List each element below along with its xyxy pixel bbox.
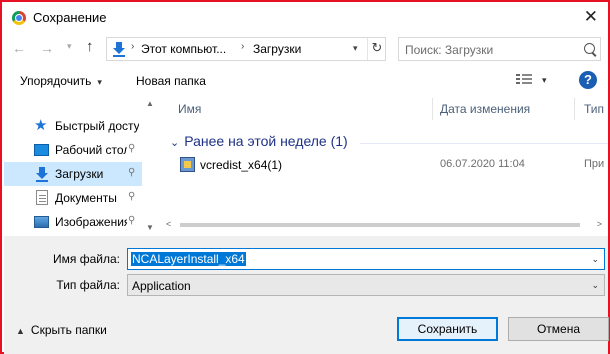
new-folder-button[interactable]: Новая папка [136, 74, 206, 88]
pin-icon: ⚲ [128, 215, 136, 226]
sidebar-scrollbar[interactable]: ▲ ▼ [144, 98, 156, 234]
sidebar-item-quick-access[interactable]: ★ Быстрый доступ [4, 114, 142, 138]
column-divider[interactable] [432, 98, 433, 120]
command-toolbar: Упорядочить ▾ Новая папка ▾ ? [4, 68, 608, 96]
desktop-icon [34, 144, 49, 156]
sidebar-item-documents[interactable]: Документы ⚲ [4, 186, 142, 210]
pictures-icon [34, 216, 49, 228]
chevron-down-icon[interactable]: ⌄ [591, 280, 599, 291]
hide-folders-label: Скрыть папки [30, 323, 107, 337]
file-type: При [584, 158, 605, 170]
search-placeholder: Поиск: Загрузки [405, 43, 494, 57]
breadcrumb-separator: › [131, 41, 135, 52]
breadcrumb-this-pc[interactable]: Этот компьют... [141, 42, 226, 56]
address-dropdown-icon[interactable]: ▾ [353, 43, 358, 54]
filename-value[interactable]: NCALayerInstall_x64 [130, 251, 247, 267]
filename-label: Имя файла: [53, 252, 120, 266]
recent-locations-dropdown[interactable]: ▾ [67, 41, 72, 52]
save-dialog: Сохранение ✕ ← → ▾ ↑ › Этот компьют... ›… [0, 0, 610, 354]
search-icon [584, 43, 595, 54]
sidebar-item-label: Быстрый доступ [55, 119, 139, 133]
chrome-icon [12, 11, 26, 25]
column-header-date[interactable]: Дата изменения [440, 102, 530, 116]
breadcrumb-downloads[interactable]: Загрузки [253, 42, 301, 56]
organize-button[interactable]: Упорядочить ▾ [20, 74, 102, 88]
star-icon: ★ [34, 117, 48, 134]
filetype-value: Application [132, 279, 191, 293]
scroll-down-icon[interactable]: ▼ [146, 223, 154, 232]
sidebar-item-label: Изображения [55, 215, 127, 229]
breadcrumb-separator: › [241, 41, 245, 52]
filetype-select[interactable]: Application ⌄ [127, 274, 605, 296]
title-bar: Сохранение ✕ [4, 4, 608, 32]
up-button[interactable]: ↑ [86, 38, 94, 55]
back-button[interactable]: ← [12, 40, 26, 56]
forward-button[interactable]: → [40, 40, 54, 56]
refresh-icon[interactable]: ↻ [367, 38, 386, 60]
group-header[interactable]: ⌄ Ранее на этой неделе (1) [170, 133, 348, 149]
chevron-down-icon[interactable]: ⌄ [591, 254, 599, 265]
sidebar-item-downloads[interactable]: Загрузки ⚲ [4, 162, 142, 186]
column-header-row: Имя Дата изменения Тип [160, 98, 608, 120]
download-icon [113, 42, 125, 57]
address-bar[interactable]: › Этот компьют... › Загрузки ▾ ↻ [106, 37, 386, 61]
column-header-name[interactable]: Имя [178, 102, 201, 116]
filetype-label: Тип файла: [56, 278, 120, 292]
chevron-down-icon: ▾ [97, 77, 102, 87]
horizontal-scrollbar[interactable]: < > [160, 218, 608, 232]
scroll-up-icon[interactable]: ▲ [146, 99, 154, 108]
table-row[interactable]: vcredist_x64(1) 06.07.2020 11:04 При [160, 154, 608, 176]
help-icon[interactable]: ? [579, 71, 597, 89]
group-label: Ранее на этой неделе (1) [184, 133, 348, 149]
sidebar-item-pictures[interactable]: Изображения ⚲ [4, 210, 142, 234]
dialog-title: Сохранение [33, 10, 107, 25]
scroll-left-icon[interactable]: < [166, 219, 171, 229]
file-list: Имя Дата изменения Тип ⌄ Ранее на этой не… [160, 98, 608, 234]
save-button[interactable]: Сохранить [397, 317, 498, 341]
pin-icon: ⚲ [128, 167, 136, 178]
group-divider [360, 143, 608, 144]
sidebar-item-label: Рабочий стол [55, 143, 127, 157]
file-date: 06.07.2020 11:04 [440, 158, 525, 170]
documents-icon [36, 190, 48, 205]
navigation-pane: ★ Быстрый доступ Рабочий стол ⚲ Загрузки… [4, 98, 156, 234]
chevron-down-icon: ⌄ [170, 137, 180, 149]
column-header-type[interactable]: Тип [584, 102, 604, 116]
sidebar-item-desktop[interactable]: Рабочий стол ⚲ [4, 138, 142, 162]
search-input[interactable]: Поиск: Загрузки [398, 37, 601, 61]
installer-file-icon [180, 157, 195, 172]
sidebar-item-label: Загрузки [55, 167, 104, 181]
navigation-bar: ← → ▾ ↑ › Этот компьют... › Загрузки ▾ ↻… [4, 36, 608, 64]
scrollbar-thumb[interactable] [180, 223, 580, 227]
scroll-right-icon[interactable]: > [597, 219, 602, 229]
view-dropdown-icon[interactable]: ▾ [542, 75, 547, 86]
filename-input[interactable]: NCALayerInstall_x64 ⌄ [127, 248, 605, 270]
view-options-icon[interactable] [516, 74, 532, 87]
pin-icon: ⚲ [128, 143, 136, 154]
sidebar-item-label: Документы [55, 191, 117, 205]
hide-folders-toggle[interactable]: ▲ Скрыть папки [16, 323, 107, 337]
download-icon [36, 167, 48, 182]
organize-label: Упорядочить [20, 74, 92, 88]
cancel-button[interactable]: Отмена [508, 317, 609, 341]
pin-icon: ⚲ [128, 191, 136, 202]
column-divider[interactable] [574, 98, 575, 120]
chevron-up-icon: ▲ [16, 326, 25, 336]
close-button[interactable]: ✕ [584, 7, 598, 27]
save-form: Имя файла: NCALayerInstall_x64 ⌄ Тип фай… [4, 236, 609, 354]
file-name: vcredist_x64(1) [200, 158, 283, 172]
